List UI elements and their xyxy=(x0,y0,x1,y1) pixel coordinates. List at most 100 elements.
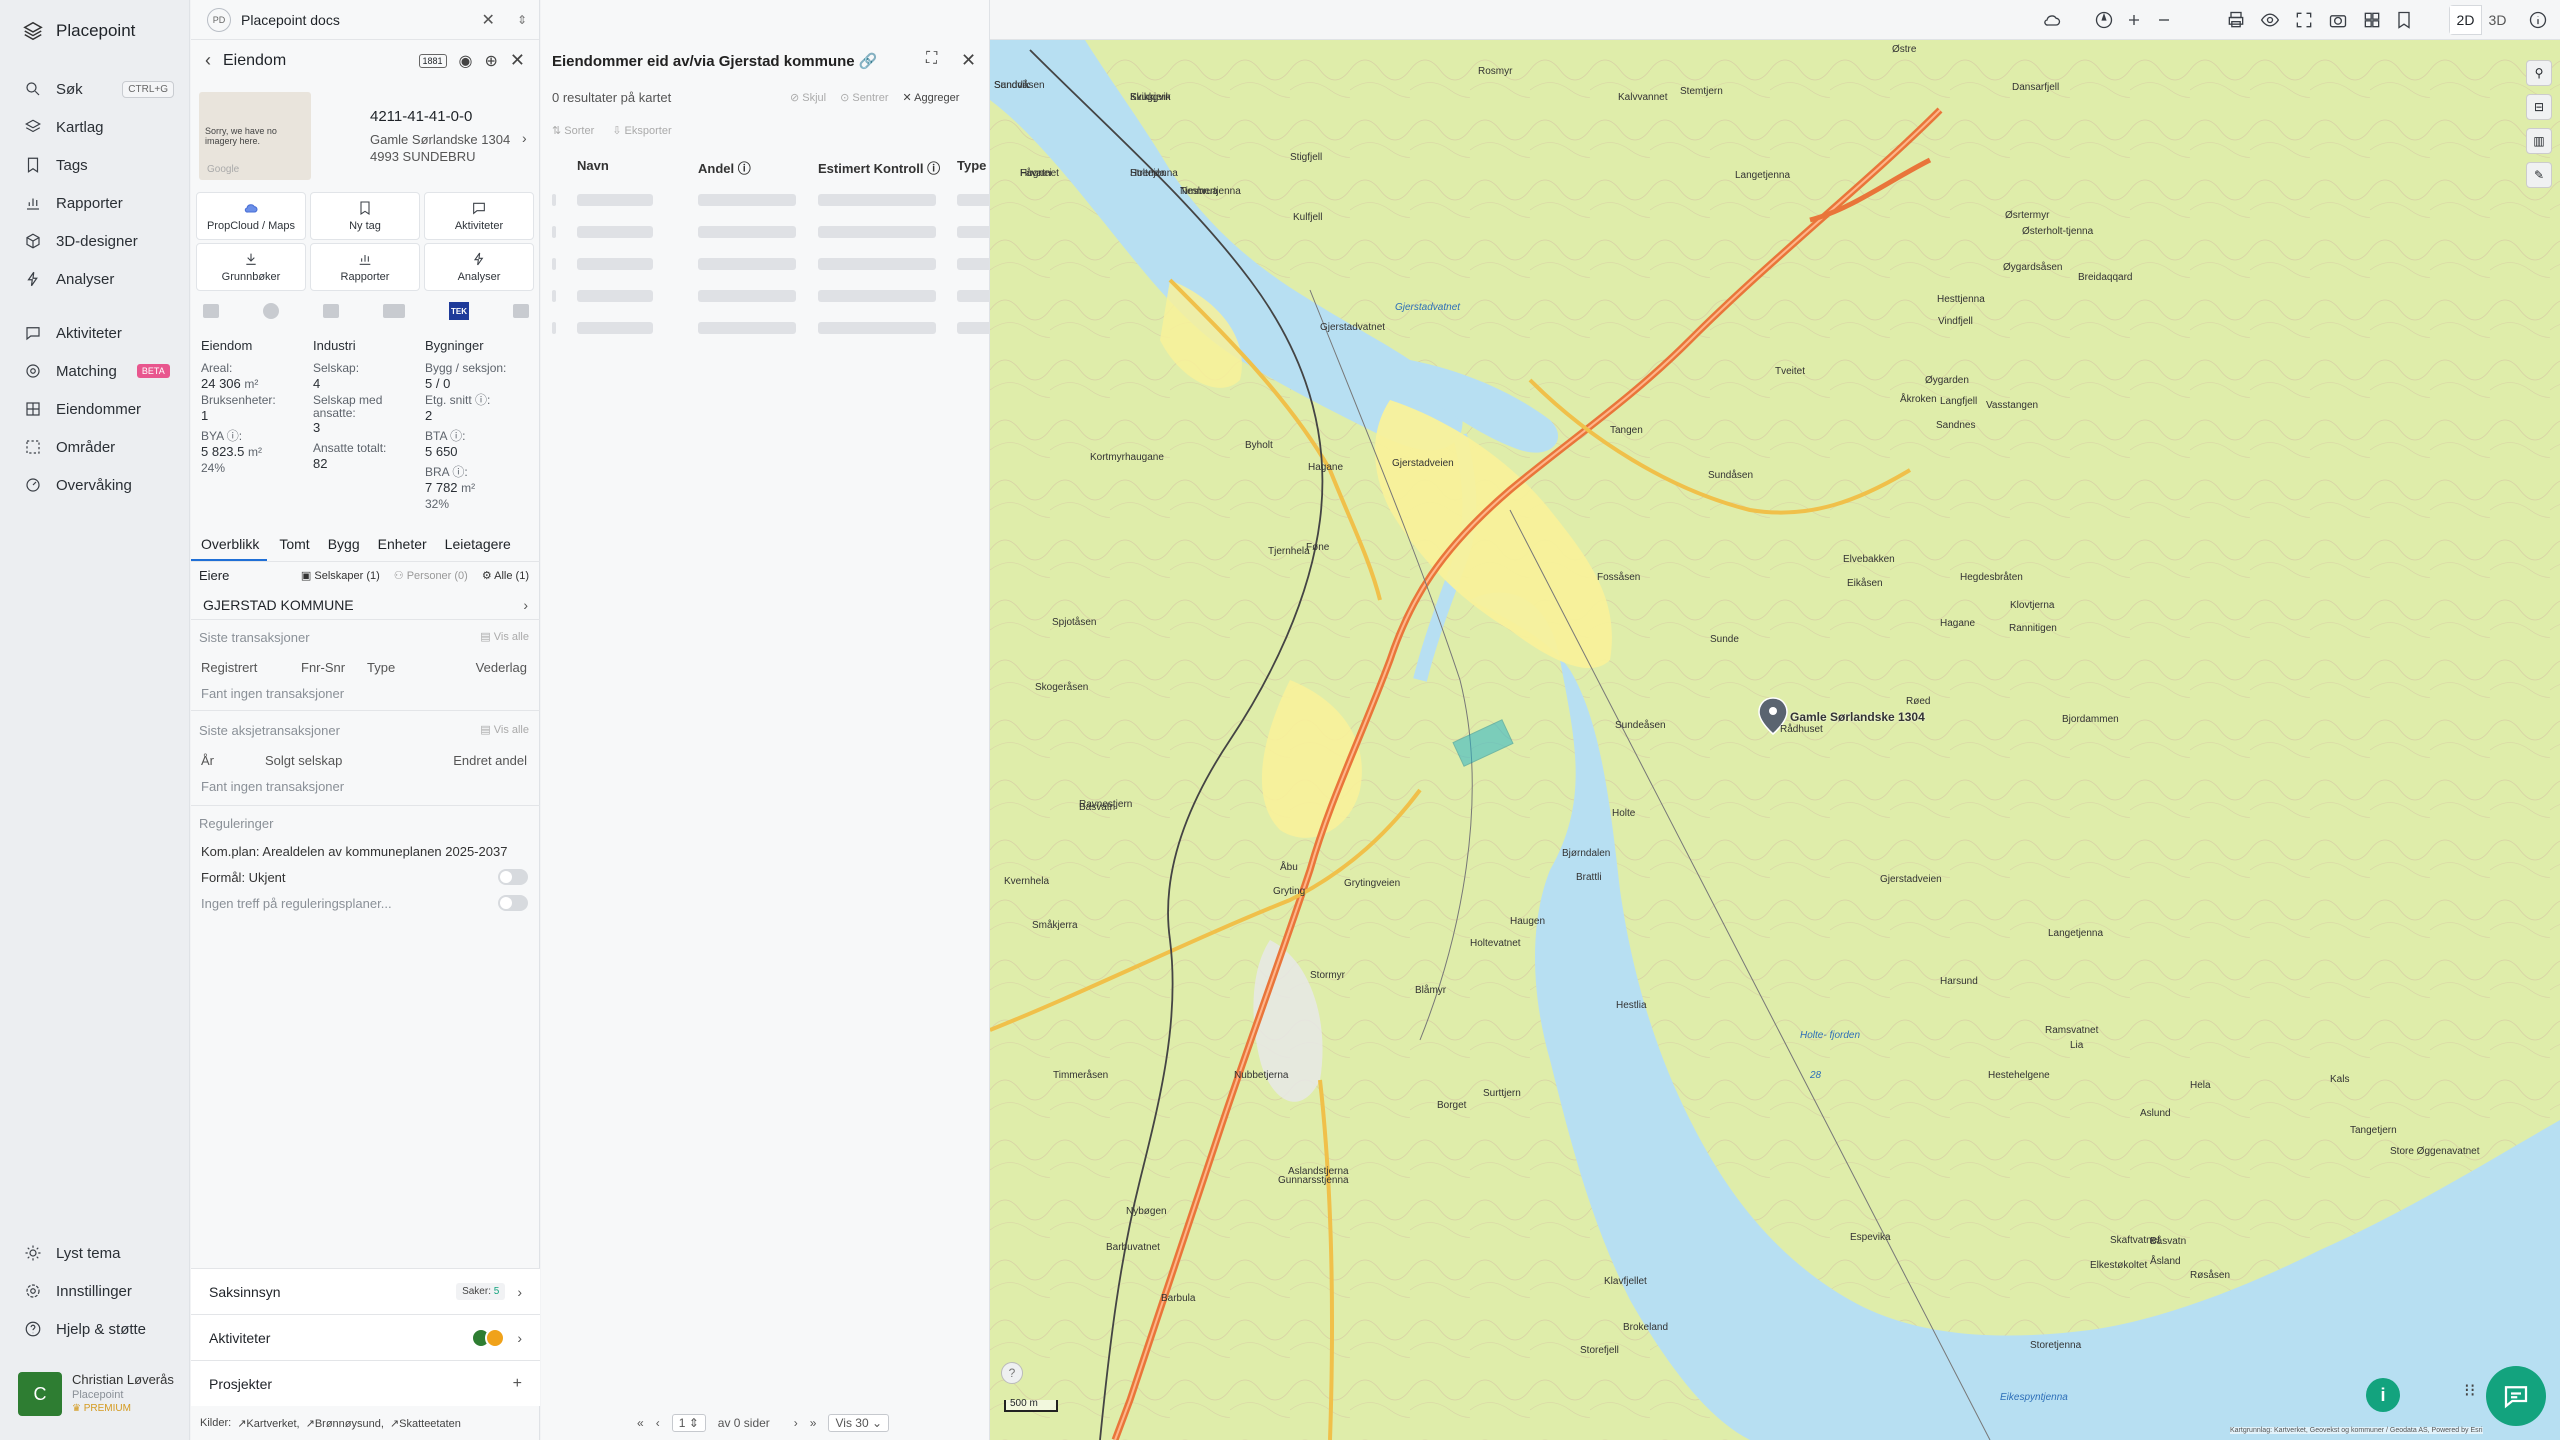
house-icon[interactable] xyxy=(513,304,529,318)
eye-icon[interactable]: ◉ xyxy=(459,51,473,71)
new-tag-button[interactable]: Ny tag xyxy=(310,192,420,240)
sidebar-item-layers[interactable]: Kartlag xyxy=(24,112,174,142)
propcloud-button[interactable]: PropCloud / Maps xyxy=(196,192,306,240)
city-icon[interactable] xyxy=(383,304,405,318)
help-icon[interactable]: ? xyxy=(1001,1362,1023,1384)
tab-tenants[interactable]: Leietagere xyxy=(435,532,519,561)
purpose-toggle[interactable] xyxy=(498,869,528,885)
center-button[interactable]: ⊙ Sentrer xyxy=(840,91,888,104)
tab-units[interactable]: Enheter xyxy=(368,532,435,561)
land-registry-button[interactable]: Grunnbøker xyxy=(196,243,306,291)
zoom-in-icon[interactable] xyxy=(2124,10,2144,30)
page-input[interactable]: 1 ⇕ xyxy=(671,1414,706,1432)
aktiviteter-row[interactable]: Aktiviteter › xyxy=(191,1314,540,1360)
sidebar-item-properties[interactable]: Eiendommer xyxy=(24,394,174,424)
close-panel-icon[interactable]: ✕ xyxy=(510,50,525,71)
sidebar-item-3d-designer[interactable]: 3D-designer xyxy=(24,226,174,256)
filter-companies[interactable]: ▣ Selskaper (1) xyxy=(301,569,380,582)
tab-building[interactable]: Bygg xyxy=(318,532,368,561)
aggregate-button[interactable]: ✕ Aggreger xyxy=(902,91,959,104)
sidebar-item-reports[interactable]: Rapporter xyxy=(24,188,174,218)
chat-button[interactable] xyxy=(2486,1366,2546,1426)
sidebar-item-matching[interactable]: Matching BETA xyxy=(24,356,174,386)
show-all-link[interactable]: ▤ Vis alle xyxy=(480,723,529,738)
tab-overview[interactable]: Overblikk xyxy=(191,532,268,561)
info-button[interactable]: i xyxy=(2366,1378,2400,1412)
bookmark-icon[interactable] xyxy=(2394,10,2414,30)
brand[interactable]: Placepoint xyxy=(22,20,135,42)
sidebar-item-settings[interactable]: Innstillinger xyxy=(24,1276,174,1306)
sidebar-item-tags[interactable]: Tags xyxy=(24,150,174,180)
source-link[interactable]: ↗Kartverket, xyxy=(237,1417,299,1430)
prosjekter-row[interactable]: Prosjekter + xyxy=(191,1360,540,1406)
basemap-icon[interactable]: ⚲ xyxy=(2526,60,2552,86)
filter-all[interactable]: ⚙ Alle (1) xyxy=(482,569,529,582)
show-all-link[interactable]: ▤ Vis alle xyxy=(480,630,529,645)
activities-button[interactable]: Aktiviteter xyxy=(424,192,534,240)
sidebar-item-light-theme[interactable]: Lyst tema xyxy=(24,1238,174,1268)
mode-3d-button[interactable]: 3D xyxy=(2482,5,2513,35)
sidebar-item-analyses[interactable]: Analyser xyxy=(24,264,174,294)
last-page-icon[interactable]: » xyxy=(810,1416,817,1430)
add-icon[interactable]: + xyxy=(513,1375,522,1393)
zoom-out-icon[interactable] xyxy=(2154,10,2174,30)
add-circle-icon[interactable]: ⊕ xyxy=(485,51,498,71)
map-canvas[interactable]: Skuggvik Sandvik Hognei Strenda Nesbrua Stigf… xyxy=(990,40,2560,1440)
sidebar-item-monitoring[interactable]: Overvåking xyxy=(24,470,174,500)
per-page-select[interactable]: Vis 30 ⌄ xyxy=(828,1414,890,1432)
chevron-updown-icon[interactable]: ⇕ xyxy=(517,13,527,27)
user-profile[interactable]: C Christian Løverås Placepoint ♛ PREMIUM xyxy=(18,1372,174,1416)
sidebar-item-help[interactable]: Hjelp & støtte xyxy=(24,1314,174,1344)
measure-icon[interactable]: ⊟ xyxy=(2526,94,2552,120)
plans-toggle[interactable] xyxy=(498,895,528,911)
close-icon[interactable]: ✕ xyxy=(482,10,495,30)
drag-handle-icon[interactable]: ⁝⁝ xyxy=(2464,1380,2475,1401)
owner-row[interactable]: GJERSTAD KOMMUNE › xyxy=(191,590,540,620)
camera-icon[interactable] xyxy=(2328,10,2348,30)
info-icon[interactable] xyxy=(2528,10,2548,30)
prev-page-icon[interactable]: ‹ xyxy=(656,1416,660,1430)
saksinnsyn-row[interactable]: Saksinnsyn Saker: 5 › xyxy=(191,1268,540,1314)
sort-button[interactable]: ⇅ Sorter xyxy=(552,124,594,137)
col-header-type[interactable]: Type xyxy=(957,158,986,173)
sidebar-item-search[interactable]: Søk CTRL+G xyxy=(24,74,174,104)
source-link[interactable]: ↗Brønnøysund, xyxy=(306,1417,384,1430)
tab-plot[interactable]: Tomt xyxy=(267,532,317,561)
reports-button[interactable]: Rapporter xyxy=(310,243,420,291)
mode-2d-button[interactable]: 2D xyxy=(2449,5,2482,35)
sidebar-item-areas[interactable]: Områder xyxy=(24,432,174,462)
cloud-icon[interactable] xyxy=(2042,10,2062,30)
col-header-name[interactable]: Navn xyxy=(577,158,609,173)
next-page-icon[interactable]: › xyxy=(794,1416,798,1430)
fullscreen-icon[interactable] xyxy=(2294,10,2314,30)
sidebar-item-activities[interactable]: Aktiviteter xyxy=(24,318,174,348)
first-page-icon[interactable]: « xyxy=(637,1416,644,1430)
tek-icon[interactable]: TEK xyxy=(449,302,469,320)
filter-persons[interactable]: ⚇ Personer (0) xyxy=(394,569,468,582)
back-icon[interactable]: ‹ xyxy=(205,50,211,71)
building-icon[interactable] xyxy=(203,304,219,318)
link-icon[interactable]: 🔗 xyxy=(859,53,878,70)
chevron-right-icon[interactable]: › xyxy=(522,130,527,146)
export-button[interactable]: ⇩ Eksporter xyxy=(612,124,671,137)
print-icon[interactable] xyxy=(2226,10,2246,30)
property-identity[interactable]: 4211-41-41-0-0 Gamle Sørlandske 1304 499… xyxy=(370,108,510,165)
doc-tab[interactable]: PD Placepoint docs ✕ ⇕ xyxy=(191,0,539,40)
source-link[interactable]: ↗Skatteetaten xyxy=(390,1417,461,1430)
expand-icon[interactable]: ⛶ xyxy=(926,50,937,68)
col-header-share[interactable]: Andel ⓘ xyxy=(698,158,751,177)
button-label: Aggreger xyxy=(914,92,960,104)
chart-icon[interactable]: ▥ xyxy=(2526,128,2552,154)
eye-icon[interactable] xyxy=(2260,10,2280,30)
id-card-icon[interactable]: 1881 xyxy=(418,53,447,68)
close-results-icon[interactable]: ✕ xyxy=(961,50,976,71)
compass-icon[interactable] xyxy=(2094,10,2114,30)
layout-icon[interactable] xyxy=(2362,10,2382,30)
globe-icon[interactable] xyxy=(263,303,279,319)
draw-icon[interactable]: ✎ xyxy=(2526,162,2552,188)
col-header-control[interactable]: Estimert Kontroll ⓘ xyxy=(818,158,940,177)
hide-button[interactable]: ⊘ Skjul xyxy=(790,91,826,104)
factory-icon[interactable] xyxy=(323,304,339,318)
regulation-plan[interactable]: Kom.plan: Arealdelen av kommuneplanen 20… xyxy=(201,844,507,859)
analyses-button[interactable]: Analyser xyxy=(424,243,534,291)
